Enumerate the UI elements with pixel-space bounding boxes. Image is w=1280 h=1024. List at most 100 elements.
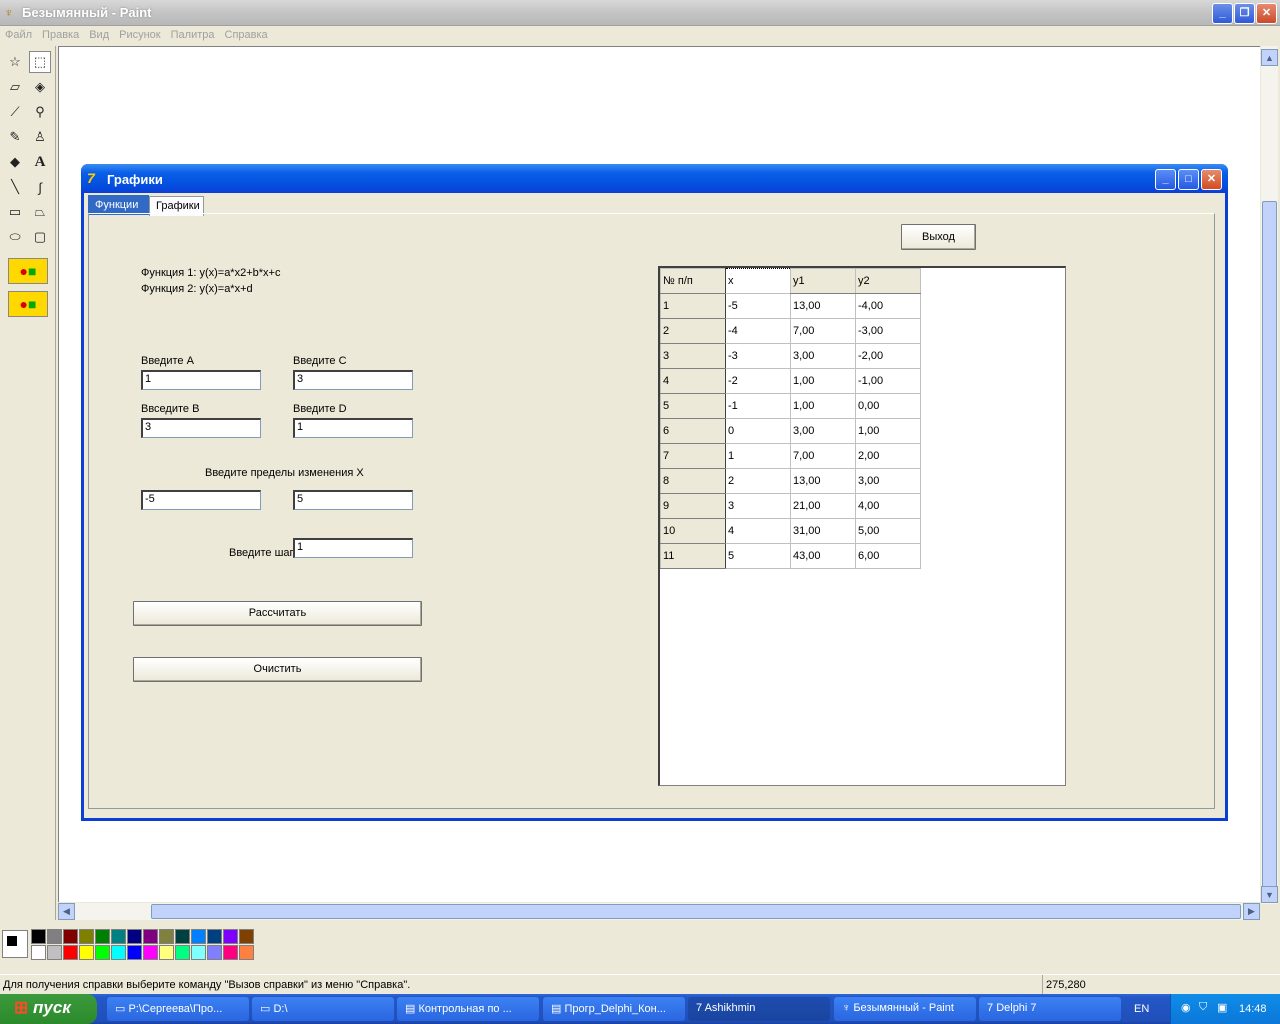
grid-cell[interactable]: -4,00 [855, 293, 921, 319]
maximize-button[interactable]: ❐ [1234, 3, 1255, 24]
grid-cell[interactable]: 1,00 [790, 368, 856, 394]
input-step[interactable]: 1 [293, 538, 413, 558]
input-x-from[interactable]: -5 [141, 490, 261, 510]
scroll-up-icon[interactable]: ▲ [1261, 49, 1278, 66]
grid-cell[interactable]: 31,00 [790, 518, 856, 544]
fill-bucket-icon[interactable]: ◈ [29, 76, 51, 98]
color-picker-icon[interactable]: ⟋ [4, 101, 26, 123]
task-word-delphi[interactable]: ▤ Прогр_Delphi_Кон... [543, 997, 685, 1021]
dialog-close-button[interactable]: ✕ [1201, 169, 1222, 190]
curve-icon[interactable]: ∫ [29, 176, 51, 198]
palette-swatch[interactable] [143, 929, 158, 944]
grid-cell[interactable]: 13,00 [790, 293, 856, 319]
brush-icon[interactable]: ♙ [29, 126, 51, 148]
palette-swatch[interactable] [127, 945, 142, 960]
close-button[interactable]: ✕ [1256, 3, 1277, 24]
grid-cell[interactable]: 10 [660, 518, 726, 544]
opaque-option-icon[interactable]: ● ■ [8, 258, 48, 284]
grid-cell[interactable]: 4,00 [855, 493, 921, 519]
palette-swatch[interactable] [95, 929, 110, 944]
task-paint[interactable]: ♆ Безымянный - Paint [834, 997, 976, 1021]
airbrush-icon[interactable]: ◆ [4, 151, 26, 173]
menu-file[interactable]: Файл [0, 26, 37, 41]
palette-swatch[interactable] [143, 945, 158, 960]
current-colors[interactable] [2, 930, 28, 958]
palette-swatch[interactable] [191, 929, 206, 944]
scroll-right-icon[interactable]: ▶ [1243, 903, 1260, 920]
palette-swatch[interactable] [175, 945, 190, 960]
grid-cell[interactable]: 13,00 [790, 468, 856, 494]
palette-swatch[interactable] [47, 929, 62, 944]
dialog-title-bar[interactable]: 7 Графики _ □ ✕ [81, 164, 1228, 193]
dialog-maximize-button[interactable]: □ [1178, 169, 1199, 190]
magnifier-icon[interactable]: ⚲ [29, 101, 51, 123]
grid-cell[interactable]: 3,00 [790, 343, 856, 369]
dialog-minimize-button[interactable]: _ [1155, 169, 1176, 190]
palette-swatch[interactable] [47, 945, 62, 960]
tray-icon-monitor[interactable]: ▣ [1217, 1001, 1227, 1014]
rect-select-icon[interactable]: ⬚ [29, 51, 51, 73]
text-tool-icon[interactable]: A [29, 151, 51, 173]
grid-cell[interactable]: 4 [660, 368, 726, 394]
scroll-down-icon[interactable]: ▼ [1261, 886, 1278, 903]
palette-swatch[interactable] [239, 929, 254, 944]
grid-cell[interactable]: 3,00 [855, 468, 921, 494]
palette-swatch[interactable] [31, 945, 46, 960]
grid-cell[interactable]: 2 [660, 318, 726, 344]
grid-header-cell[interactable]: № п/п [660, 268, 726, 294]
exit-button[interactable]: Выход [901, 224, 976, 250]
grid-cell[interactable]: 3 [725, 493, 791, 519]
grid-cell[interactable]: -2 [725, 368, 791, 394]
grid-cell[interactable]: 7 [660, 443, 726, 469]
grid-cell[interactable]: 11 [660, 543, 726, 569]
palette-swatch[interactable] [223, 929, 238, 944]
task-word-control[interactable]: ▤ Контрольная по ... [397, 997, 539, 1021]
grid-cell[interactable]: 8 [660, 468, 726, 494]
tray-icon-security[interactable]: ⛉ [1199, 1001, 1207, 1014]
grid-header-cell[interactable]: y2 [855, 268, 921, 294]
grid-cell[interactable]: 2 [725, 468, 791, 494]
palette-swatch[interactable] [207, 945, 222, 960]
grid-cell[interactable]: -4 [725, 318, 791, 344]
menu-palette[interactable]: Палитра [166, 26, 220, 41]
free-select-icon[interactable]: ☆ [4, 51, 26, 73]
input-c[interactable]: 3 [293, 370, 413, 390]
task-explorer-d[interactable]: ▭ D:\ [252, 997, 394, 1021]
transparent-option-icon[interactable]: ● ■ [8, 291, 48, 317]
palette-swatch[interactable] [79, 929, 94, 944]
grid-cell[interactable]: 5 [660, 393, 726, 419]
task-explorer-sergeeva[interactable]: ▭ P:\Сергеева\Про... [107, 997, 249, 1021]
horizontal-scroll-thumb[interactable] [151, 904, 1241, 919]
start-button[interactable]: ⊞ пуск [0, 994, 97, 1024]
clear-button[interactable]: Очистить [133, 657, 422, 682]
tray-icon-network[interactable]: ◉ [1181, 1001, 1191, 1014]
menu-edit[interactable]: Правка [37, 26, 84, 41]
input-x-to[interactable]: 5 [293, 490, 413, 510]
palette-swatch[interactable] [175, 929, 190, 944]
menu-help[interactable]: Справка [220, 26, 273, 41]
palette-swatch[interactable] [127, 929, 142, 944]
eraser-icon[interactable]: ▱ [4, 76, 26, 98]
grid-cell[interactable]: 5,00 [855, 518, 921, 544]
grid-header-cell[interactable]: x [725, 268, 791, 294]
grid-cell[interactable]: 0,00 [855, 393, 921, 419]
paint-title-bar[interactable]: ♆ Безымянный - Paint _ ❐ ✕ [0, 0, 1280, 26]
grid-cell[interactable]: 1 [660, 293, 726, 319]
vertical-scroll-thumb[interactable] [1262, 201, 1277, 901]
grid-cell[interactable]: 3 [660, 343, 726, 369]
clock[interactable]: 14:48 [1239, 1003, 1267, 1015]
grid-cell[interactable]: 7,00 [790, 318, 856, 344]
grid-cell[interactable]: 21,00 [790, 493, 856, 519]
grid-cell[interactable]: 3,00 [790, 418, 856, 444]
grid-cell[interactable]: -1,00 [855, 368, 921, 394]
task-delphi7[interactable]: 7 Delphi 7 [979, 997, 1121, 1021]
palette-swatch[interactable] [239, 945, 254, 960]
tab-functions[interactable]: Функции [88, 195, 149, 215]
grid-header-cell[interactable]: y1 [790, 268, 856, 294]
menu-view[interactable]: Вид [84, 26, 114, 41]
grid-cell[interactable]: 2,00 [855, 443, 921, 469]
palette-swatch[interactable] [63, 929, 78, 944]
grid-cell[interactable]: 7,00 [790, 443, 856, 469]
input-b[interactable]: 3 [141, 418, 261, 438]
grid-cell[interactable]: 6 [660, 418, 726, 444]
